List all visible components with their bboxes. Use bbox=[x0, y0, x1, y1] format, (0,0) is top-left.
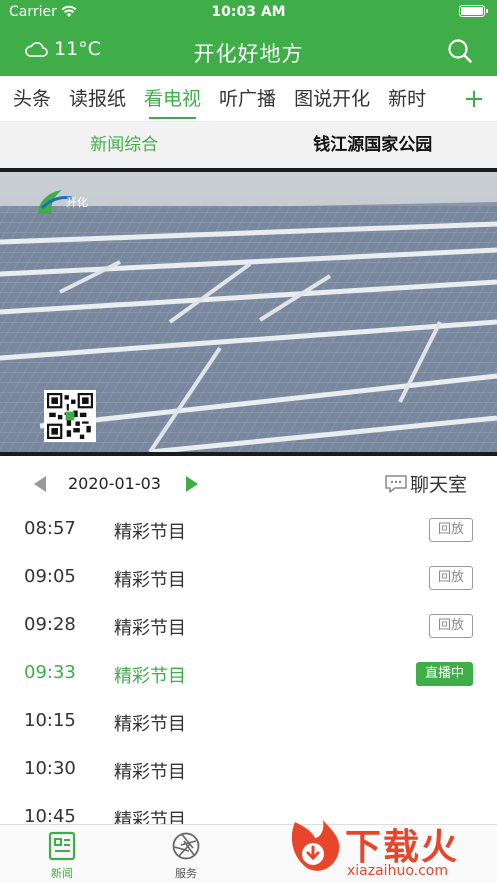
watermark: 下载火 xiazaihuo.com bbox=[285, 816, 495, 882]
channel-tabs: 头条 读报纸 看电视 听广播 图说开化 新时 bbox=[4, 76, 435, 121]
program-row[interactable]: 10:15 精彩节目 bbox=[0, 698, 497, 746]
program-time: 09:05 bbox=[24, 566, 76, 587]
program-name: 精彩节目 bbox=[114, 762, 186, 783]
program-time: 10:15 bbox=[24, 710, 76, 731]
tab-news-general[interactable]: 新闻综合 bbox=[0, 122, 249, 168]
tab-news-label: 新闻 bbox=[51, 867, 73, 880]
chat-room-label: 聊天室 bbox=[409, 474, 467, 496]
program-name: 精彩节目 bbox=[114, 666, 186, 687]
video-player[interactable]: 开化 bbox=[0, 168, 497, 456]
channel-tab[interactable]: 头条 bbox=[4, 76, 60, 121]
replay-button[interactable]: 回放 bbox=[428, 518, 473, 542]
app-header: Carrier 10:03 AM 11°C 开化好地方 bbox=[0, 0, 497, 76]
sub-tab-bar: 新闻综合 钱江源国家公园 bbox=[0, 122, 497, 168]
program-row[interactable]: 08:57 精彩节目 回放 bbox=[0, 506, 497, 554]
program-row[interactable]: 09:33 精彩节目 直播中 bbox=[0, 650, 497, 698]
program-row[interactable]: 09:05 精彩节目 回放 bbox=[0, 554, 497, 602]
news-icon bbox=[48, 831, 76, 861]
program-time: 09:28 bbox=[24, 614, 76, 635]
tab-news[interactable]: 新闻 bbox=[32, 831, 92, 881]
replay-button[interactable]: 回放 bbox=[428, 566, 473, 590]
qr-code bbox=[44, 390, 96, 442]
program-name: 精彩节目 bbox=[114, 714, 186, 735]
date-selector: 2020-01-03 聊天室 bbox=[0, 460, 497, 510]
channel-tab-bar: 头条 读报纸 看电视 听广播 图说开化 新时 + bbox=[0, 76, 497, 122]
channel-tab[interactable]: 图说开化 bbox=[285, 76, 379, 121]
channel-tab[interactable]: 新时 bbox=[379, 76, 435, 121]
program-name: 精彩节目 bbox=[114, 618, 186, 639]
program-name: 精彩节目 bbox=[114, 810, 186, 824]
channel-tab[interactable]: 听广播 bbox=[210, 76, 285, 121]
tab-service-label: 服务 bbox=[175, 867, 197, 880]
service-aperture-icon bbox=[172, 832, 200, 860]
program-time: 10:45 bbox=[24, 806, 76, 824]
prev-day-arrow-icon[interactable] bbox=[34, 476, 46, 492]
program-name: 精彩节目 bbox=[114, 522, 186, 543]
program-time: 08:57 bbox=[24, 518, 76, 539]
battery-icon bbox=[459, 5, 488, 17]
channel-tab[interactable]: 看电视 bbox=[135, 76, 210, 121]
next-day-arrow-icon[interactable] bbox=[186, 476, 198, 492]
program-row[interactable]: 10:30 精彩节目 bbox=[0, 746, 497, 794]
search-icon[interactable] bbox=[447, 38, 473, 64]
tab-qianjiangyuan-park[interactable]: 钱江源国家公园 bbox=[249, 122, 497, 168]
status-time: 10:03 AM bbox=[211, 4, 286, 20]
live-badge[interactable]: 直播中 bbox=[415, 662, 473, 686]
schedule-date: 2020-01-03 bbox=[68, 474, 161, 493]
program-row[interactable]: 09:28 精彩节目 回放 bbox=[0, 602, 497, 650]
program-name: 精彩节目 bbox=[114, 570, 186, 591]
tab-service[interactable]: 服务 bbox=[156, 831, 216, 881]
channel-tab[interactable]: 读报纸 bbox=[60, 76, 135, 121]
program-time: 09:33 bbox=[24, 662, 76, 683]
navbar: 11°C 开化好地方 bbox=[0, 28, 497, 74]
program-time: 10:30 bbox=[24, 758, 76, 779]
program-list: 08:57 精彩节目 回放 09:05 精彩节目 回放 09:28 精彩节目 回放 09:33 精彩… bbox=[0, 506, 497, 824]
app-title: 开化好地方 bbox=[193, 42, 304, 66]
chat-bubble-icon bbox=[385, 474, 407, 493]
status-bar: Carrier 10:03 AM bbox=[0, 0, 497, 26]
chat-room-button[interactable]: 聊天室 bbox=[384, 470, 467, 497]
station-logo-text: 开化 bbox=[66, 196, 88, 209]
watermark-flame-logo bbox=[291, 820, 340, 871]
watermark-url: xiazaihuo.com bbox=[347, 863, 448, 879]
add-channel-icon[interactable]: + bbox=[463, 86, 485, 112]
replay-button[interactable]: 回放 bbox=[428, 614, 473, 638]
